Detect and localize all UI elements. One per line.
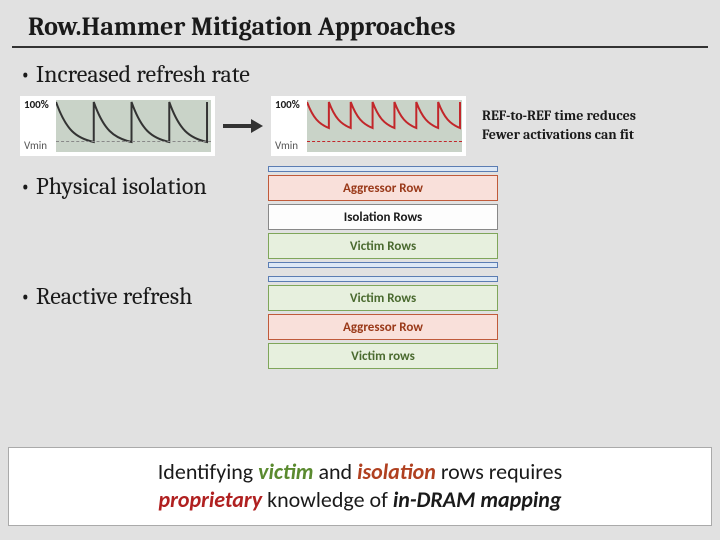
kw-proprietary: proprietary <box>159 486 263 513</box>
refresh-diagram-row: 100% Vmin 100% Vmin REF-to-REF time redu… <box>20 96 720 156</box>
decay-curve-slow-icon <box>56 100 211 152</box>
arrow-right-icon <box>223 119 263 133</box>
ref-annotation: REF-to-REF time reduces Fewer activation… <box>482 107 636 145</box>
footer-t2: and <box>313 458 357 485</box>
label-100: 100% <box>24 98 49 111</box>
row-aggressor: Aggressor Row <box>268 314 498 340</box>
reactive-stack: Victim Rows Aggressor Row Victim rows <box>268 276 498 369</box>
chart-slow-refresh: 100% Vmin <box>20 96 215 156</box>
kw-isolation: isolation <box>357 458 436 485</box>
footer-t3: rows requires <box>436 458 562 485</box>
bullet-refresh: • Increased refresh rate <box>0 58 720 90</box>
label-vmin: Vmin <box>24 139 47 152</box>
row-spacer <box>268 166 498 172</box>
kw-victim: victim <box>258 458 313 485</box>
ref-line1: REF-to-REF time reduces <box>482 107 636 126</box>
bullet-isolation: • Physical isolation <box>20 166 250 200</box>
footer-callout: Identifying victim and isolation rows re… <box>8 447 712 526</box>
row-victim-top: Victim Rows <box>268 285 498 311</box>
row-spacer <box>268 276 498 282</box>
bullet-reactive: • Reactive refresh <box>20 276 250 310</box>
isolation-stack: Aggressor Row Isolation Rows Victim Rows <box>268 166 498 268</box>
row-victim-bot: Victim rows <box>268 343 498 369</box>
label-100: 100% <box>275 98 300 111</box>
decay-curve-fast-icon <box>307 100 462 152</box>
label-vmin: Vmin <box>275 139 298 152</box>
slide-title: Row.Hammer Mitigation Approaches <box>12 0 708 48</box>
row-isolation: Isolation Rows <box>268 204 498 230</box>
ref-line2: Fewer activations can fit <box>482 126 636 145</box>
row-victim: Victim Rows <box>268 233 498 259</box>
footer-t4: knowledge of <box>262 486 393 513</box>
row-aggressor: Aggressor Row <box>268 175 498 201</box>
footer-t1: Identifying <box>158 458 258 485</box>
chart-fast-refresh: 100% Vmin <box>271 96 466 156</box>
row-spacer <box>268 262 498 268</box>
kw-dram: in-DRAM mapping <box>393 486 562 513</box>
